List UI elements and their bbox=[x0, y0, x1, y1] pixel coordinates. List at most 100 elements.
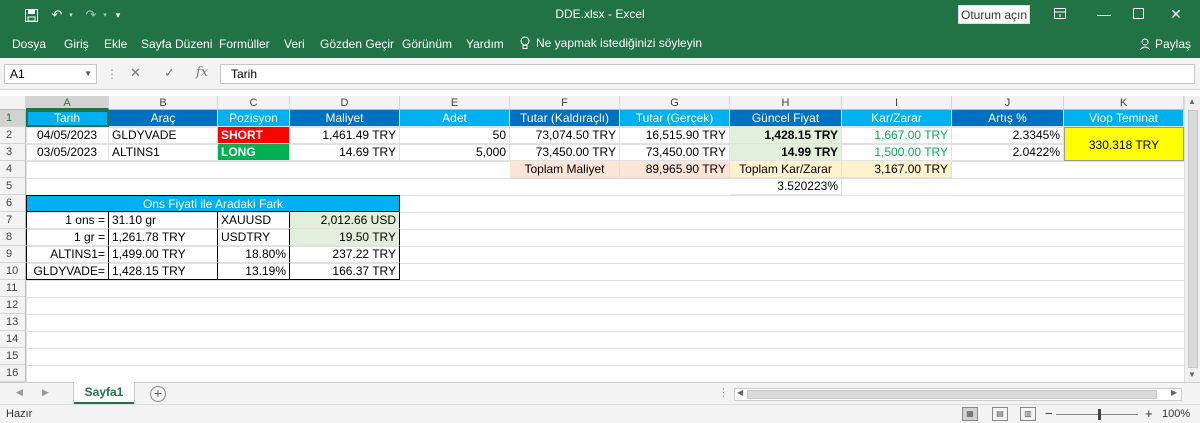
zoom-level[interactable]: 100% bbox=[1162, 408, 1190, 420]
cell-e3[interactable]: 5,000 bbox=[400, 144, 510, 161]
cell-j3[interactable]: 2.0422% bbox=[952, 144, 1064, 161]
cell-d3[interactable]: 14.69 TRY bbox=[290, 144, 400, 161]
normal-view-icon[interactable]: ▦ bbox=[962, 407, 978, 421]
cell-d9[interactable]: 237.22 TRY bbox=[290, 246, 400, 263]
cell-k2-merged[interactable]: 330.318 TRY bbox=[1064, 127, 1184, 161]
column-header-e[interactable]: E bbox=[400, 96, 510, 110]
cell-c7[interactable]: XAUUSD bbox=[218, 212, 290, 229]
cell-c10[interactable]: 13.19% bbox=[218, 263, 290, 280]
row-header[interactable]: 10 bbox=[0, 263, 26, 280]
cell-k1[interactable]: Viop Teminat bbox=[1064, 110, 1184, 127]
cell-h5[interactable]: 3.520223% bbox=[730, 178, 842, 195]
scroll-up-icon[interactable]: ▲ bbox=[1188, 97, 1196, 106]
column-header-a[interactable]: A bbox=[26, 96, 109, 110]
row-header[interactable]: 5 bbox=[0, 178, 26, 195]
cell-d1[interactable]: Maliyet bbox=[290, 110, 400, 127]
tab-formuller[interactable]: Formüller bbox=[219, 37, 270, 51]
cell-e1[interactable]: Adet bbox=[400, 110, 510, 127]
enter-icon[interactable]: ✓ bbox=[164, 65, 175, 81]
cell-i1[interactable]: Kar/Zarar bbox=[842, 110, 952, 127]
horizontal-scrollbar[interactable]: ◀ ▶ bbox=[734, 388, 1182, 401]
cell-h1[interactable]: Güncel Fiyat bbox=[730, 110, 842, 127]
tell-me-box[interactable]: Ne yapmak istediğinizi söyleyin bbox=[520, 36, 702, 50]
column-header-f[interactable]: F bbox=[510, 96, 620, 110]
tab-split-grip-icon[interactable]: ⋮ bbox=[718, 386, 729, 399]
cell-d7[interactable]: 2,012.66 USD bbox=[290, 212, 400, 229]
name-box[interactable]: A1 ▼ bbox=[4, 64, 97, 84]
cell-b7[interactable]: 31.10 gr bbox=[109, 212, 218, 229]
formula-input[interactable]: Tarih bbox=[220, 64, 1195, 84]
cell-i3[interactable]: 1,500.00 TRY bbox=[842, 144, 952, 161]
cell-c8[interactable]: USDTRY bbox=[218, 229, 290, 246]
cell-a8[interactable]: 1 gr = bbox=[26, 229, 109, 246]
cancel-icon[interactable]: ✕ bbox=[130, 65, 141, 81]
cell-d2[interactable]: 1,461.49 TRY bbox=[290, 127, 400, 144]
cell-c3[interactable]: LONG bbox=[218, 144, 290, 161]
cell-a10[interactable]: GLDYVADE= bbox=[26, 263, 109, 280]
row-header[interactable]: 9 bbox=[0, 246, 26, 263]
cell-b1[interactable]: Araç bbox=[109, 110, 218, 127]
tab-veri[interactable]: Veri bbox=[284, 37, 305, 51]
row-header[interactable]: 13 bbox=[0, 314, 26, 331]
cell-b9[interactable]: 1,499.00 TRY bbox=[109, 246, 218, 263]
column-header-g[interactable]: G bbox=[620, 96, 730, 110]
insert-function-icon[interactable]: fx bbox=[196, 65, 208, 80]
signin-button[interactable]: Oturum açın bbox=[958, 5, 1030, 24]
cell-a2[interactable]: 04/05/2023 bbox=[26, 127, 109, 144]
close-icon[interactable]: ✕ bbox=[1164, 4, 1188, 24]
column-header-c[interactable]: C bbox=[218, 96, 290, 110]
row-header[interactable]: 1 bbox=[0, 110, 26, 127]
cell-g4[interactable]: 89,965.90 TRY bbox=[620, 161, 730, 178]
cell-i2[interactable]: 1,667.00 TRY bbox=[842, 127, 952, 144]
cell-h4[interactable]: Toplam Kar/Zarar bbox=[730, 161, 842, 178]
cell-j1[interactable]: Artış % bbox=[952, 110, 1064, 127]
select-all-corner[interactable] bbox=[0, 96, 26, 110]
prev-sheet-icon[interactable]: ◀ bbox=[16, 387, 23, 398]
cell-f3[interactable]: 73,450.00 TRY bbox=[510, 144, 620, 161]
cell-b8[interactable]: 1,261.78 TRY bbox=[109, 229, 218, 246]
cell-b10[interactable]: 1,428.15 TRY bbox=[109, 263, 218, 280]
next-sheet-icon[interactable]: ▶ bbox=[42, 387, 49, 398]
zoom-slider-thumb[interactable] bbox=[1098, 409, 1101, 420]
vertical-scroll-thumb[interactable] bbox=[1188, 110, 1198, 368]
row-header[interactable]: 6 bbox=[0, 195, 26, 212]
column-header-k[interactable]: K bbox=[1064, 96, 1184, 110]
page-break-preview-icon[interactable]: ▥ bbox=[1020, 407, 1036, 421]
tab-ekle[interactable]: Ekle bbox=[104, 37, 127, 51]
zoom-slider[interactable] bbox=[1056, 414, 1138, 415]
add-sheet-icon[interactable]: + bbox=[150, 386, 166, 402]
row-header[interactable]: 11 bbox=[0, 280, 26, 297]
cell-j2[interactable]: 2.3345% bbox=[952, 127, 1064, 144]
ribbon-display-icon[interactable] bbox=[1048, 4, 1072, 24]
tab-gorunum[interactable]: Görünüm bbox=[402, 37, 452, 51]
cell-g3[interactable]: 73,450.00 TRY bbox=[620, 144, 730, 161]
maximize-icon[interactable] bbox=[1126, 4, 1150, 24]
horizontal-scroll-thumb[interactable] bbox=[747, 390, 1157, 399]
cell-a7[interactable]: 1 ons = bbox=[26, 212, 109, 229]
row-header[interactable]: 15 bbox=[0, 348, 26, 365]
cell-f2[interactable]: 73,074.50 TRY bbox=[510, 127, 620, 144]
vertical-scrollbar[interactable]: ▲ ▼ bbox=[1184, 96, 1200, 382]
scroll-right-icon[interactable]: ▶ bbox=[1171, 388, 1177, 397]
chevron-down-icon[interactable]: ▼ bbox=[84, 65, 92, 83]
cell-b2[interactable]: GLDYVADE bbox=[109, 127, 218, 144]
cell-a3[interactable]: 03/05/2023 bbox=[26, 144, 109, 161]
column-header-i[interactable]: I bbox=[842, 96, 952, 110]
cell-f1[interactable]: Tutar (Kaldıraçlı) bbox=[510, 110, 620, 127]
cell-c9[interactable]: 18.80% bbox=[218, 246, 290, 263]
tab-gozden-gecir[interactable]: Gözden Geçir bbox=[320, 37, 394, 51]
cell-a6-merged[interactable]: Ons Fiyati ile Aradaki Fark bbox=[26, 195, 400, 212]
cell-g1[interactable]: Tutar (Gerçek) bbox=[620, 110, 730, 127]
scroll-left-icon[interactable]: ◀ bbox=[737, 388, 743, 397]
zoom-in-icon[interactable]: + bbox=[1145, 406, 1153, 421]
tab-yardim[interactable]: Yardım bbox=[466, 37, 504, 51]
row-header[interactable]: 8 bbox=[0, 229, 26, 246]
row-header[interactable]: 16 bbox=[0, 365, 26, 382]
column-header-d[interactable]: D bbox=[290, 96, 400, 110]
cell-e2[interactable]: 50 bbox=[400, 127, 510, 144]
row-header[interactable]: 2 bbox=[0, 127, 26, 144]
column-header-b[interactable]: B bbox=[109, 96, 218, 110]
row-header[interactable]: 3 bbox=[0, 144, 26, 161]
row-header[interactable]: 12 bbox=[0, 297, 26, 314]
column-header-h[interactable]: H bbox=[730, 96, 842, 110]
